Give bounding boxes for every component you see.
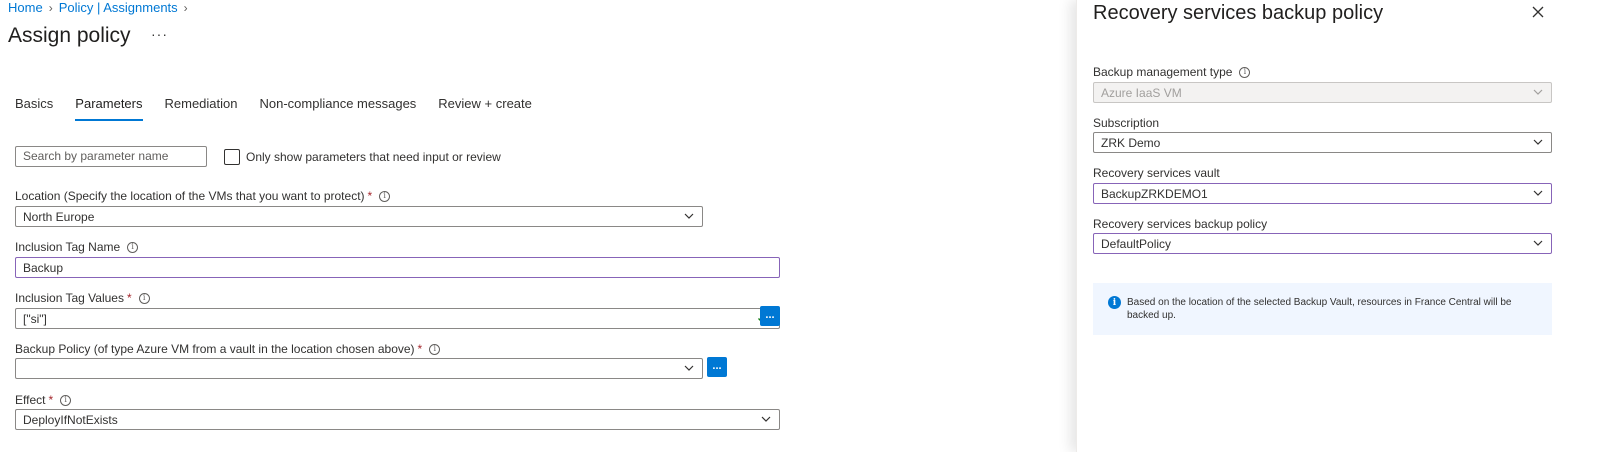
breadcrumb-home[interactable]: Home [8, 0, 43, 15]
chevron-down-icon [1533, 89, 1543, 95]
inclusion-tag-name-label-text: Inclusion Tag Name [15, 240, 121, 254]
info-icon[interactable]: i [127, 241, 139, 253]
info-icon[interactable]: i [429, 343, 441, 355]
backup-management-type-value: Azure IaaS VM [1101, 86, 1182, 100]
breadcrumb: Home › Policy | Assignments › [8, 0, 188, 15]
inclusion-tag-name-input[interactable]: Backup [15, 257, 780, 278]
effect-dropdown[interactable]: DeployIfNotExists [15, 409, 780, 430]
subscription-label-text: Subscription [1093, 116, 1160, 130]
chevron-down-icon [761, 416, 771, 422]
vault-label-text: Recovery services vault [1093, 166, 1220, 180]
edit-tag-values-button[interactable]: ... [760, 306, 780, 326]
inclusion-tag-values-label: Inclusion Tag Values * i [15, 291, 150, 305]
vault-value: BackupZRKDEMO1 [1101, 187, 1208, 201]
vault-label: Recovery services vault [1093, 166, 1220, 180]
chevron-right-icon: › [48, 0, 53, 15]
tab-non-compliance-messages[interactable]: Non-compliance messages [260, 96, 417, 117]
location-label-text: Location (Specify the location of the VM… [15, 189, 365, 203]
inclusion-tag-values-label-text: Inclusion Tag Values [15, 291, 124, 305]
page-title: Assign policy [8, 24, 131, 47]
select-backup-policy-button[interactable]: ... [707, 357, 727, 377]
backup-management-type-label: Backup management type i [1093, 65, 1251, 79]
effect-label: Effect * i [15, 393, 72, 407]
subscription-label: Subscription [1093, 116, 1159, 130]
chevron-down-icon [1533, 139, 1543, 145]
subscription-value: ZRK Demo [1101, 136, 1161, 150]
info-icon[interactable]: i [1239, 66, 1251, 78]
only-show-needed-label: Only show parameters that need input or … [246, 150, 501, 164]
parameter-search-input[interactable]: Search by parameter name [15, 146, 207, 167]
location-dropdown[interactable]: North Europe [15, 206, 703, 227]
backup-policy-label-text: Backup Policy (of type Azure VM from a v… [15, 342, 415, 356]
location-label: Location (Specify the location of the VM… [15, 189, 391, 203]
location-value: North Europe [23, 210, 95, 224]
required-marker: * [417, 342, 423, 356]
inclusion-tag-name-value: Backup [23, 261, 64, 275]
tab-parameters[interactable]: Parameters [75, 96, 143, 121]
chevron-down-icon [1533, 190, 1543, 196]
policy-label: Recovery services backup policy [1093, 217, 1267, 231]
info-icon[interactable]: i [379, 190, 391, 202]
info-icon[interactable]: i [138, 292, 150, 304]
required-marker: * [126, 291, 132, 305]
effect-value: DeployIfNotExists [23, 413, 118, 427]
only-show-needed-checkbox[interactable] [224, 149, 240, 165]
panel-title: Recovery services backup policy [1093, 2, 1384, 24]
tab-remediation[interactable]: Remediation [165, 96, 238, 117]
inclusion-tag-values-input[interactable]: ["si"] [15, 308, 780, 329]
tab-review-create[interactable]: Review + create [438, 96, 532, 117]
required-marker: * [367, 189, 373, 203]
inclusion-tag-values-value: ["si"] [23, 312, 47, 326]
inclusion-tag-name-label: Inclusion Tag Name i [15, 240, 139, 254]
chevron-down-icon [684, 213, 694, 219]
required-marker: * [48, 393, 54, 407]
tab-basics[interactable]: Basics [15, 96, 53, 117]
info-message-bar: i Based on the location of the selected … [1093, 283, 1552, 335]
chevron-down-icon [684, 365, 694, 371]
policy-label-text: Recovery services backup policy [1093, 217, 1268, 231]
policy-value: DefaultPolicy [1101, 237, 1172, 251]
backup-management-type-dropdown: Azure IaaS VM [1093, 82, 1552, 103]
effect-label-text: Effect [15, 393, 46, 407]
backup-policy-dropdown[interactable] [15, 358, 703, 379]
breadcrumb-assignments[interactable]: Policy | Assignments [59, 0, 178, 15]
chevron-right-icon: › [183, 0, 188, 15]
info-icon[interactable]: i [60, 394, 72, 406]
more-actions-icon[interactable]: ··· [151, 26, 168, 42]
tab-bar: Basics Parameters Remediation Non-compli… [15, 96, 554, 121]
subscription-dropdown[interactable]: ZRK Demo [1093, 132, 1552, 153]
info-message-text: Based on the location of the selected Ba… [1127, 297, 1512, 321]
vault-dropdown[interactable]: BackupZRKDEMO1 [1093, 183, 1552, 204]
chevron-down-icon [1533, 240, 1543, 246]
close-icon[interactable] [1531, 5, 1545, 19]
backup-policy-label: Backup Policy (of type Azure VM from a v… [15, 342, 441, 356]
policy-dropdown[interactable]: DefaultPolicy [1093, 233, 1552, 254]
info-icon: i [1108, 296, 1121, 309]
backup-management-type-label-text: Backup management type [1093, 65, 1233, 79]
